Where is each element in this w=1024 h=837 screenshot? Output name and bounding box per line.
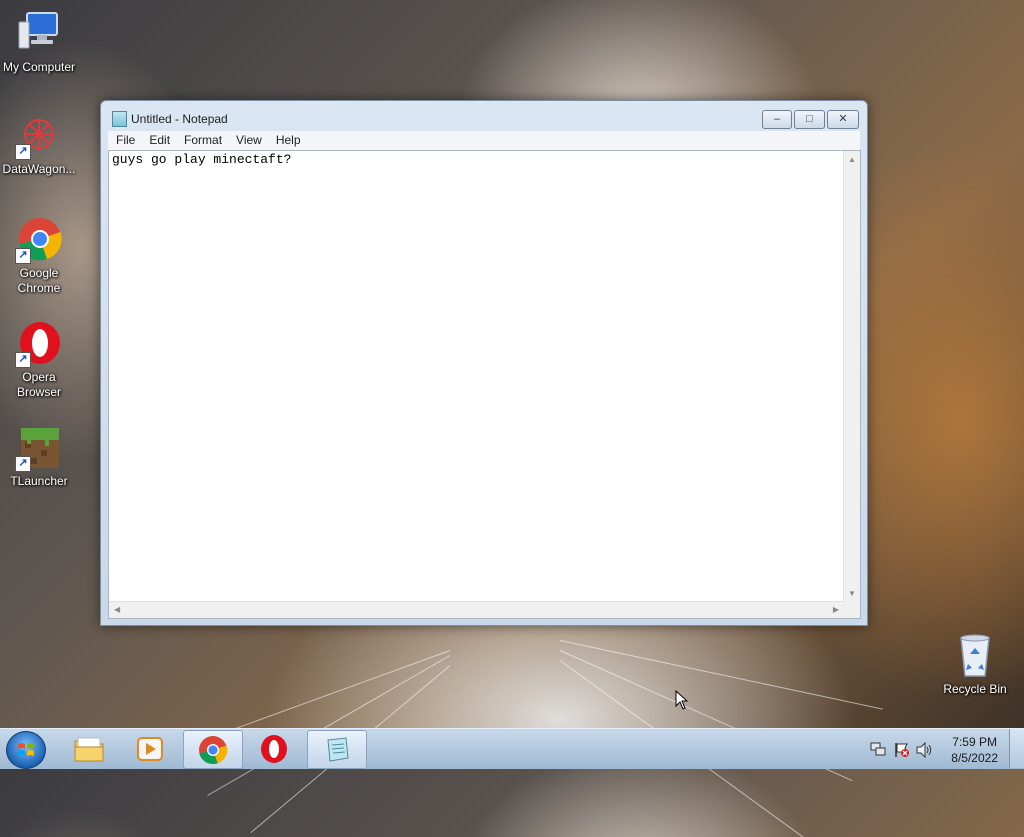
clock[interactable]: 7:59 PM 8/5/2022 xyxy=(951,734,998,766)
windows-start-icon xyxy=(18,743,34,756)
desktop-icon-label: Recycle Bin xyxy=(943,682,1007,696)
document-text[interactable]: guys go play minectaft? xyxy=(112,152,291,167)
desktop-icon-my-computer[interactable]: My Computer xyxy=(1,10,77,75)
desktop-icon-google-chrome[interactable]: ↗ Google Chrome xyxy=(1,216,77,296)
title-bar[interactable]: Untitled - Notepad – □ ✕ xyxy=(101,101,867,131)
notepad-icon xyxy=(112,111,127,127)
menu-view[interactable]: View xyxy=(230,131,268,150)
menu-format[interactable]: Format xyxy=(178,131,228,150)
menu-edit[interactable]: Edit xyxy=(143,131,176,150)
media-player-icon xyxy=(137,737,163,761)
minimize-icon: – xyxy=(773,113,781,125)
resize-grip[interactable] xyxy=(844,602,860,618)
chrome-icon: ↗ xyxy=(15,216,63,264)
menu-help[interactable]: Help xyxy=(270,131,307,150)
desktop-icon-opera[interactable]: ↗ Opera Browser xyxy=(1,320,77,400)
desktop-icon-label: My Computer xyxy=(2,60,76,74)
shortcut-arrow-icon: ↗ xyxy=(15,248,31,264)
notepad-icon xyxy=(327,737,349,762)
minecraft-grass-icon: ↗ xyxy=(15,424,63,472)
opera-icon xyxy=(261,735,287,763)
shortcut-arrow-icon: ↗ xyxy=(15,144,31,160)
desktop-icon-datawagon[interactable]: ↗ DataWagon... xyxy=(1,112,77,177)
desktop-icon-label: Google Chrome xyxy=(17,266,61,295)
close-icon: ✕ xyxy=(838,113,848,125)
desktop-icon-recycle-bin[interactable]: Recycle Bin xyxy=(937,632,1013,697)
taskbar-notepad[interactable] xyxy=(307,730,367,769)
maximize-icon: □ xyxy=(806,113,813,125)
shortcut-arrow-icon: ↗ xyxy=(15,352,31,368)
taskbar-opera[interactable] xyxy=(245,730,303,767)
desktop-icon-tlauncher[interactable]: ↗ TLauncher xyxy=(1,424,77,489)
opera-icon: ↗ xyxy=(15,320,63,368)
desktop-icon-label: Opera Browser xyxy=(16,370,61,399)
window-title: Untitled - Notepad xyxy=(131,112,228,126)
desktop-icon-label: TLauncher xyxy=(10,474,68,488)
mouse-cursor-icon xyxy=(675,690,689,710)
vertical-scrollbar[interactable]: ▲ ▼ xyxy=(843,151,860,602)
show-desktop-button[interactable] xyxy=(1009,729,1024,768)
close-button[interactable]: ✕ xyxy=(827,110,859,129)
minimize-button[interactable]: – xyxy=(762,110,792,129)
computer-icon xyxy=(15,10,63,58)
taskbar-explorer[interactable] xyxy=(60,730,118,767)
shortcut-arrow-icon: ↗ xyxy=(15,456,31,472)
scroll-up-icon[interactable]: ▲ xyxy=(848,155,856,164)
scroll-left-icon[interactable]: ◀ xyxy=(114,605,120,614)
network-icon[interactable] xyxy=(870,742,886,757)
clock-date: 8/5/2022 xyxy=(951,751,998,765)
action-center-flag-icon[interactable] xyxy=(894,742,910,758)
folder-icon xyxy=(74,737,104,762)
taskbar-chrome[interactable] xyxy=(183,730,243,769)
menu-bar: File Edit Format View Help xyxy=(108,131,860,150)
volume-icon[interactable] xyxy=(916,742,934,758)
clock-time: 7:59 PM xyxy=(952,735,997,749)
system-tray: 7:59 PM 8/5/2022 xyxy=(854,729,1024,769)
desktop-icon-label: DataWagon... xyxy=(2,162,76,176)
maximize-button[interactable]: □ xyxy=(794,110,825,129)
horizontal-scrollbar[interactable]: ◀ ▶ xyxy=(109,601,844,618)
taskbar: 7:59 PM 8/5/2022 xyxy=(0,728,1024,769)
chrome-icon xyxy=(199,736,228,765)
scroll-down-icon[interactable]: ▼ xyxy=(848,589,856,598)
recycle-bin-icon xyxy=(951,632,999,680)
notepad-window[interactable]: Untitled - Notepad – □ ✕ File Edit Format V… xyxy=(100,100,868,626)
text-editor[interactable]: guys go play minectaft? ▲ ▼ ◀ ▶ xyxy=(108,150,861,619)
menu-file[interactable]: File xyxy=(110,131,141,150)
scroll-right-icon[interactable]: ▶ xyxy=(833,605,839,614)
taskbar-media-player[interactable] xyxy=(121,730,179,767)
datawagon-icon: ↗ xyxy=(15,112,63,160)
start-button[interactable] xyxy=(6,731,46,769)
